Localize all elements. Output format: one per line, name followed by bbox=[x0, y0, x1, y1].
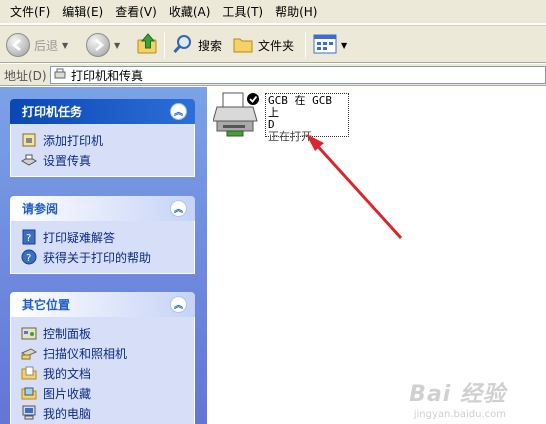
menu-file[interactable]: 文件(F) bbox=[4, 2, 56, 22]
documents-folder-icon bbox=[21, 365, 37, 381]
task-pane: 打印机任务 ︽ 添加打印机 设置传真 请参阅 ︽ ? 打印疑难解答 ? 获得关于… bbox=[0, 87, 207, 424]
task-label: 扫描仪和照相机 bbox=[43, 346, 128, 361]
folder-icon bbox=[232, 33, 254, 58]
panel-title: 打印机任务 bbox=[22, 105, 83, 119]
panel-title: 请参阅 bbox=[22, 202, 59, 216]
place-my-documents[interactable]: 我的文档 bbox=[21, 363, 186, 383]
address-field[interactable]: 打印机和传真 bbox=[50, 66, 546, 84]
task-label: 我的文档 bbox=[43, 366, 92, 381]
task-print-help[interactable]: ? 获得关于打印的帮助 bbox=[21, 247, 186, 267]
annotation-arrow bbox=[306, 134, 403, 240]
task-troubleshoot[interactable]: ? 打印疑难解答 bbox=[21, 227, 186, 247]
printer-tasks-panel: 打印机任务 ︽ 添加打印机 设置传真 bbox=[10, 99, 195, 177]
task-add-printer[interactable]: 添加打印机 bbox=[21, 130, 186, 150]
place-my-computer[interactable]: 我的电脑 bbox=[21, 403, 186, 423]
pictures-folder-icon bbox=[21, 385, 37, 401]
see-also-panel: 请参阅 ︽ ? 打印疑难解答 ? 获得关于打印的帮助 bbox=[10, 196, 195, 274]
control-panel-icon bbox=[21, 325, 37, 341]
svg-text:?: ? bbox=[26, 233, 31, 244]
place-my-pictures[interactable]: 图片收藏 bbox=[21, 383, 186, 403]
collapse-icon[interactable]: ︽ bbox=[170, 296, 187, 313]
place-scanners-cameras[interactable]: 扫描仪和照相机 bbox=[21, 343, 186, 363]
task-label: 添加打印机 bbox=[43, 133, 104, 148]
panel-title: 其它位置 bbox=[22, 298, 71, 312]
collapse-icon[interactable]: ︽ bbox=[170, 103, 187, 120]
toolbar-separator bbox=[305, 32, 306, 58]
see-also-header[interactable]: 请参阅 ︽ bbox=[10, 196, 195, 221]
help-book-icon: ? bbox=[21, 229, 37, 245]
folders-button[interactable]: 文件夹 bbox=[232, 31, 294, 59]
watermark: Bai 经验 bbox=[409, 382, 506, 407]
address-label: 地址(D) bbox=[4, 69, 47, 83]
forward-button[interactable]: ▼ bbox=[86, 31, 120, 59]
other-places-body: 控制面板 扫描仪和照相机 我的文档 图片收藏 我的电脑 bbox=[10, 317, 195, 424]
toolbar: 后退 ▼ ▼ 搜索 文件夹 ▼ bbox=[0, 25, 546, 63]
menu-edit[interactable]: 编辑(E) bbox=[56, 2, 109, 22]
menu-help[interactable]: 帮助(H) bbox=[269, 2, 323, 22]
printer-tasks-body: 添加打印机 设置传真 bbox=[10, 124, 195, 177]
see-also-body: ? 打印疑难解答 ? 获得关于打印的帮助 bbox=[10, 221, 195, 274]
up-button[interactable] bbox=[136, 31, 160, 59]
task-label: 获得关于打印的帮助 bbox=[43, 250, 152, 265]
folders-label: 文件夹 bbox=[258, 38, 295, 53]
chevron-down-icon[interactable]: ▼ bbox=[341, 41, 347, 50]
task-setup-fax[interactable]: 设置传真 bbox=[21, 150, 186, 170]
menu-tools[interactable]: 工具(T) bbox=[216, 2, 269, 22]
fax-icon bbox=[21, 152, 37, 168]
computer-icon bbox=[21, 405, 37, 421]
search-icon bbox=[172, 33, 194, 58]
back-label: 后退 bbox=[34, 38, 59, 53]
back-arrow-icon bbox=[6, 33, 30, 57]
search-button[interactable]: 搜索 bbox=[172, 31, 222, 59]
printers-list-view: GCB 在 GCB 上 D 正在打开 Bai 经验 jingyan.baidu.… bbox=[207, 87, 546, 424]
printer-tasks-header[interactable]: 打印机任务 ︽ bbox=[10, 99, 195, 124]
task-label: 我的电脑 bbox=[43, 406, 92, 421]
forward-arrow-icon bbox=[86, 33, 110, 57]
search-label: 搜索 bbox=[198, 38, 223, 53]
toolbar-separator bbox=[164, 32, 165, 58]
views-icon bbox=[313, 33, 337, 58]
menu-view[interactable]: 查看(V) bbox=[109, 2, 163, 22]
menu-favorites[interactable]: 收藏(A) bbox=[163, 2, 217, 22]
task-label: 图片收藏 bbox=[43, 386, 92, 401]
address-bar: 地址(D) 打印机和传真 bbox=[0, 64, 546, 86]
address-value: 打印机和传真 bbox=[71, 68, 144, 83]
place-control-panel[interactable]: 控制面板 bbox=[21, 323, 186, 343]
task-label: 控制面板 bbox=[43, 326, 92, 341]
views-button[interactable]: ▼ bbox=[313, 31, 347, 59]
folder-up-icon bbox=[136, 32, 160, 59]
chevron-down-icon[interactable]: ▼ bbox=[62, 41, 68, 50]
scanner-icon bbox=[21, 345, 37, 361]
other-places-header[interactable]: 其它位置 ︽ bbox=[10, 292, 195, 317]
svg-text:?: ? bbox=[26, 253, 31, 264]
back-button[interactable]: 后退 ▼ bbox=[6, 31, 68, 59]
add-printer-icon bbox=[21, 132, 37, 148]
watermark-sub: jingyan.baidu.com bbox=[413, 409, 506, 420]
menu-bar: 文件(F) 编辑(E) 查看(V) 收藏(A) 工具(T) 帮助(H) bbox=[0, 0, 546, 24]
task-label: 打印疑难解答 bbox=[43, 230, 116, 245]
collapse-icon[interactable]: ︽ bbox=[170, 200, 187, 217]
task-label: 设置传真 bbox=[43, 153, 92, 168]
printer-folder-icon bbox=[53, 67, 67, 84]
chevron-down-icon[interactable]: ▼ bbox=[114, 41, 120, 50]
other-places-panel: 其它位置 ︽ 控制面板 扫描仪和照相机 我的文档 图片收藏 我的电脑 bbox=[10, 292, 195, 424]
help-icon: ? bbox=[21, 249, 37, 265]
